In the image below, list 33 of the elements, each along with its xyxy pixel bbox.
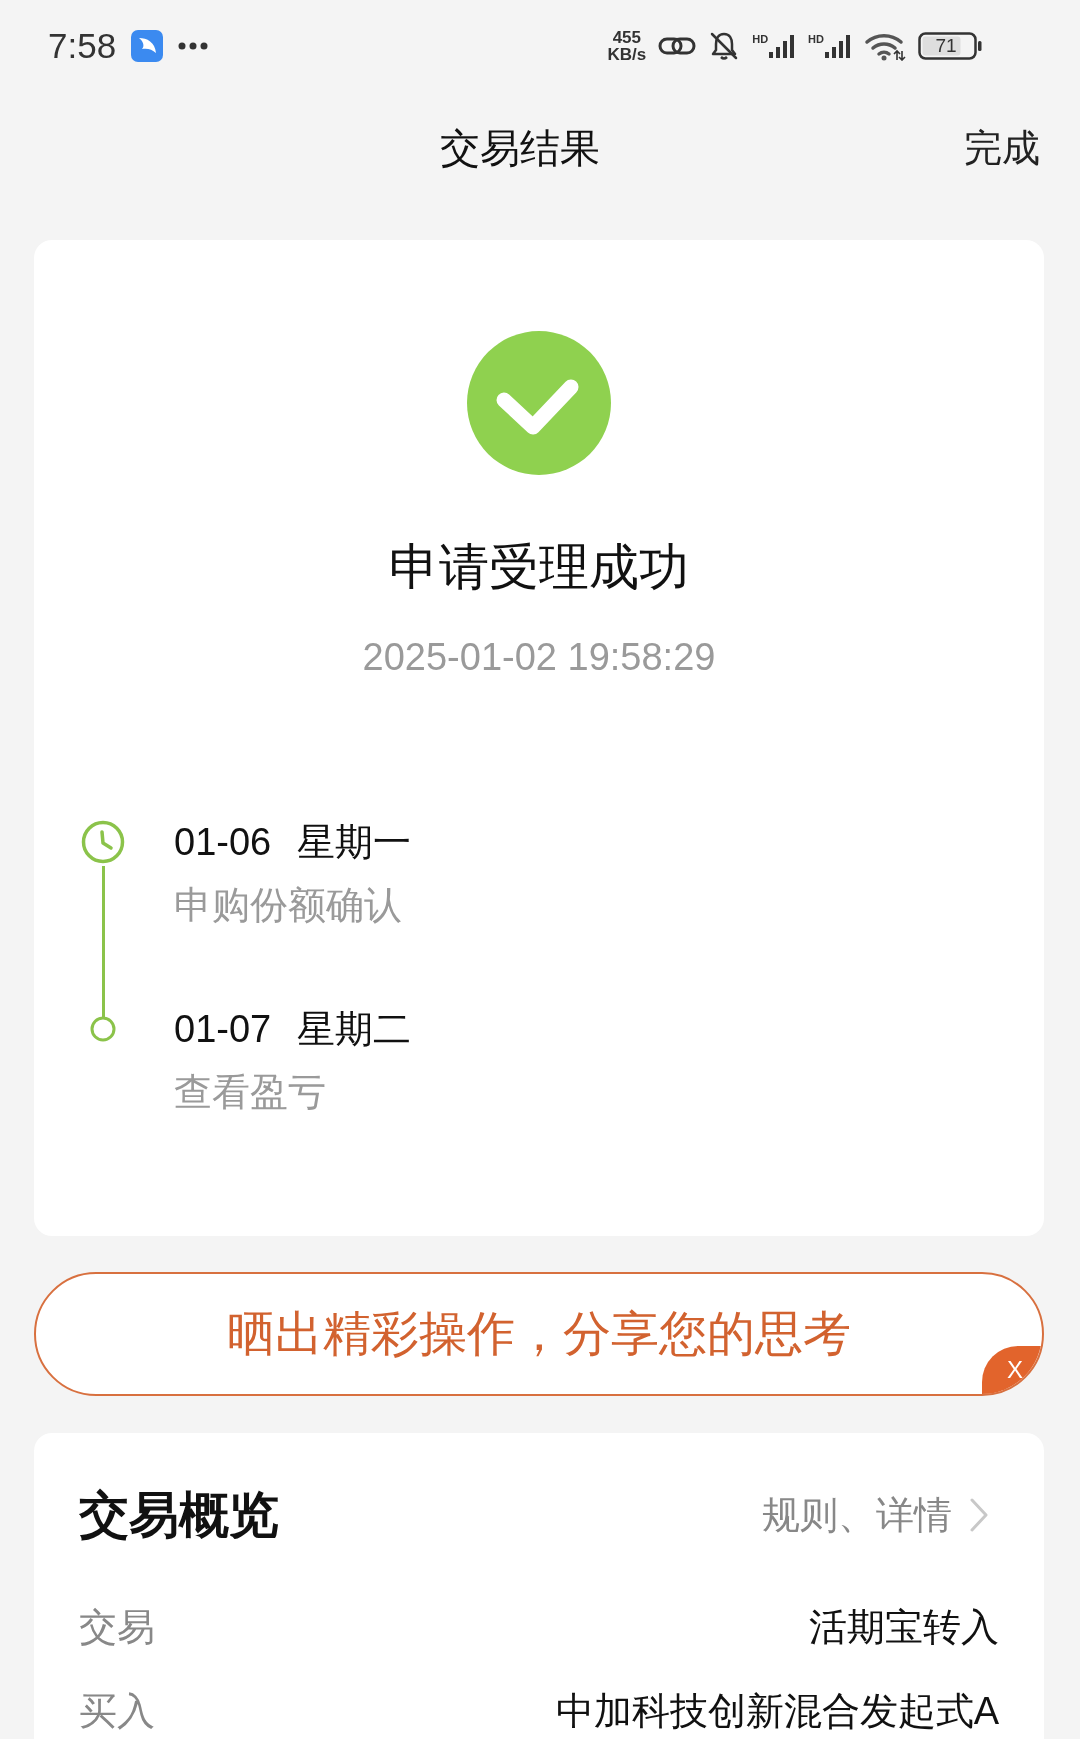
hd-label: HD <box>752 33 769 45</box>
more-icon <box>178 42 209 50</box>
result-time: 2025-01-02 19:58:29 <box>362 635 716 680</box>
network-speed-value: 455 <box>612 29 642 46</box>
step-weekday: 星期二 <box>297 1007 412 1052</box>
field-value: 中加科技创新混合发起式A <box>555 1689 999 1734</box>
step-weekday: 星期一 <box>297 820 412 865</box>
signal-icon <box>825 33 852 59</box>
hd-label: HD <box>808 33 824 45</box>
chevron-right-icon <box>968 1496 990 1534</box>
done-button[interactable]: 完成 <box>964 124 1040 172</box>
battery-indicator: 71 <box>918 32 982 60</box>
clock-icon <box>81 820 125 864</box>
bird-app-icon[interactable] <box>131 30 164 62</box>
step-label: 查看盈亏 <box>174 1070 327 1115</box>
success-check-icon <box>467 331 611 475</box>
ring-marker-icon <box>90 1016 116 1042</box>
wifi-icon <box>864 31 906 61</box>
result-title: 申请受理成功 <box>389 538 689 597</box>
network-speed-unit: KB/s <box>607 46 647 63</box>
step-date: 01-06 <box>174 820 272 865</box>
step-date: 01-07 <box>174 1007 272 1052</box>
status-time: 7:58 <box>48 25 117 67</box>
step-label: 申购份额确认 <box>174 883 403 928</box>
page-title: 交易结果 <box>440 125 600 172</box>
close-button[interactable]: X <box>982 1346 1042 1394</box>
field-value: 活期宝转入 <box>809 1605 999 1650</box>
rules-details-link[interactable]: 规则、详情 <box>762 1491 990 1539</box>
field-label: 买入 <box>79 1689 155 1734</box>
field-label: 交易 <box>79 1605 155 1650</box>
share-banner[interactable]: 晒出精彩操作，分享您的思考 X <box>34 1272 1044 1396</box>
section-title: 交易概览 <box>79 1486 279 1545</box>
signal-icon <box>769 33 797 59</box>
